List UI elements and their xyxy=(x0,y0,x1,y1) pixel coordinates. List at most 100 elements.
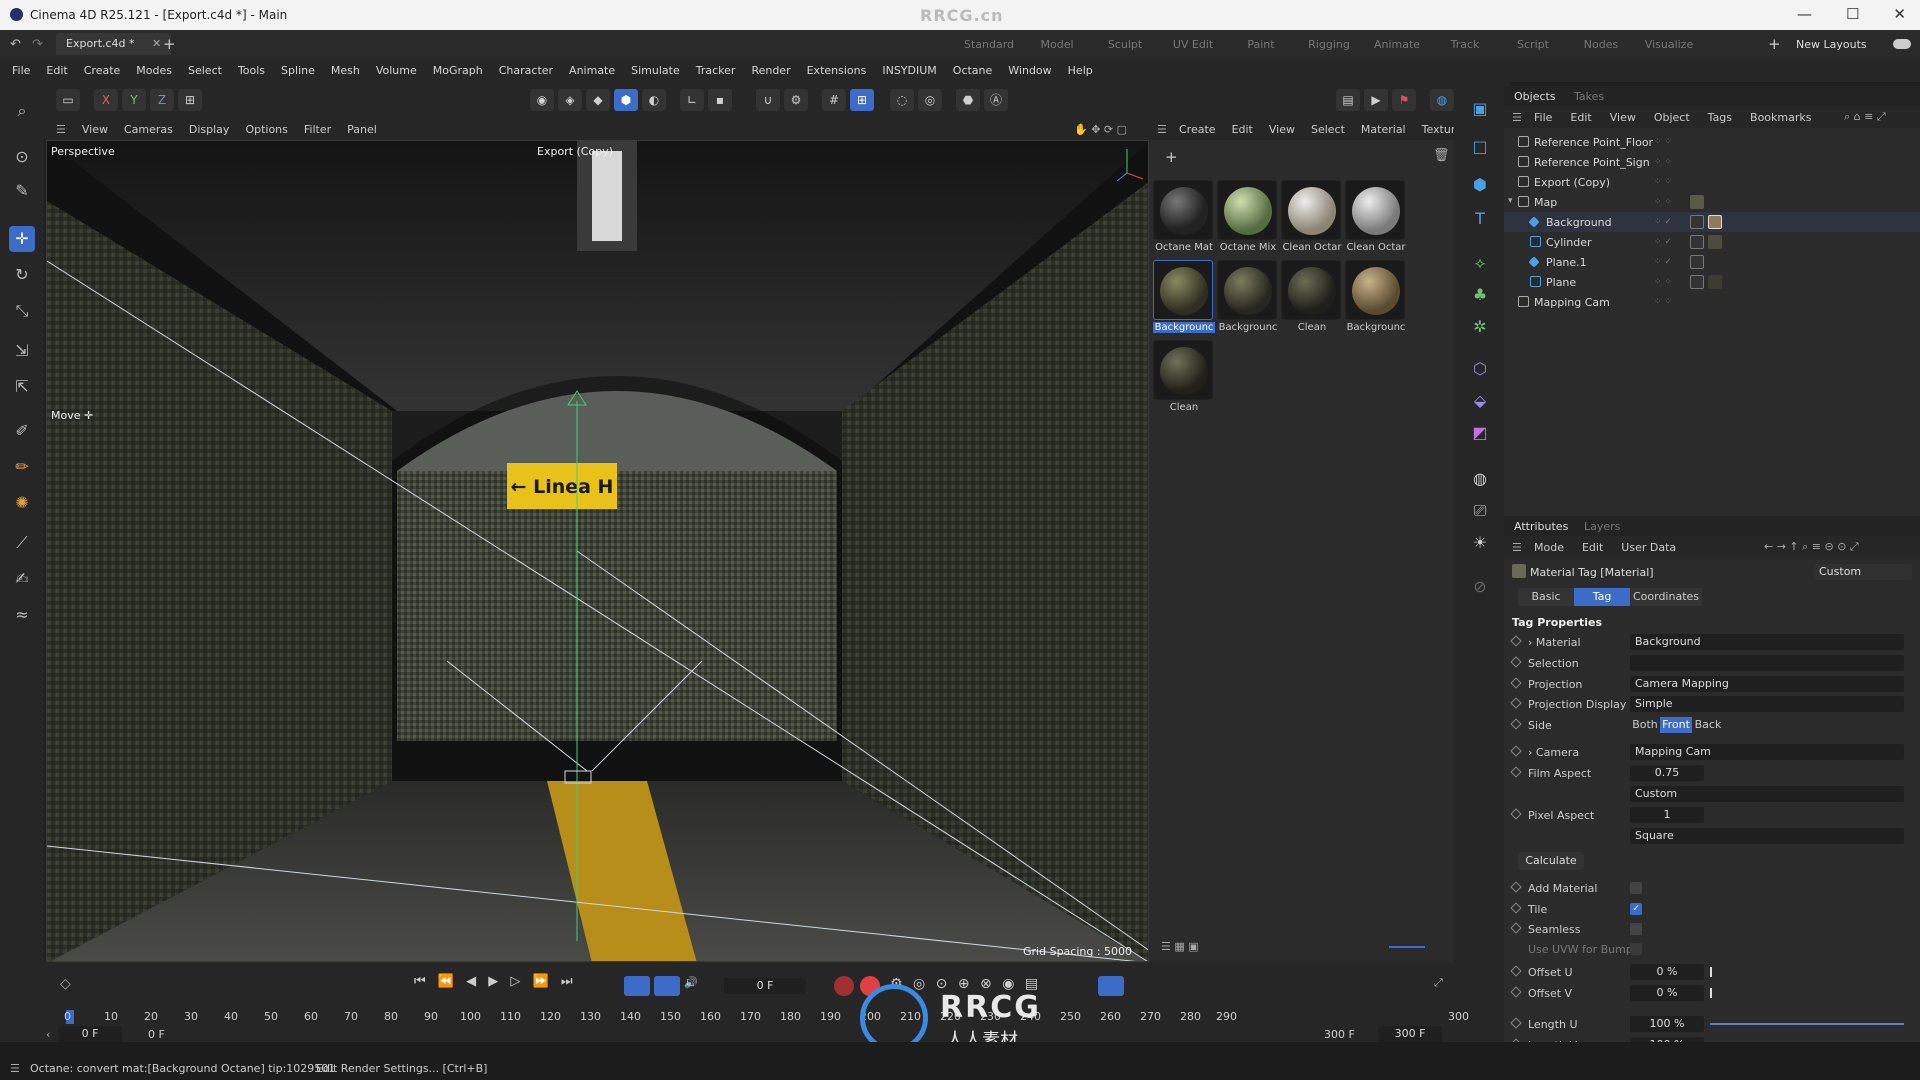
tab-layers[interactable]: Layers xyxy=(1584,520,1620,533)
material-link-field[interactable]: Background xyxy=(1630,634,1904,650)
y-axis-lock-button[interactable]: Y xyxy=(122,89,146,111)
object-row[interactable]: ▾ Map ⁘ ⁘ xyxy=(1504,192,1920,212)
viewport-menu-display[interactable]: Display xyxy=(189,123,230,136)
layout-tab[interactable]: Rigging xyxy=(1295,38,1363,51)
rotate-tool-icon[interactable]: ↻ xyxy=(9,262,35,288)
calculate-button[interactable]: Calculate xyxy=(1518,852,1584,870)
menu-file[interactable]: File xyxy=(12,64,30,77)
object-search-icon[interactable]: ⌕ ⌂ ≡ ⤢ xyxy=(1844,110,1886,124)
keyframe-diamond-icon[interactable] xyxy=(1510,656,1522,668)
material-swatch[interactable]: Octane Mix xyxy=(1217,180,1279,253)
camera-icon[interactable]: ⎚ xyxy=(1467,498,1493,524)
film-aspect-input[interactable]: 0.75 xyxy=(1630,765,1704,781)
close-button[interactable]: ✕ xyxy=(1893,5,1906,23)
menu-insydium[interactable]: INSYDIUM xyxy=(882,64,936,77)
pixel-aspect-input[interactable]: 1 xyxy=(1630,807,1704,823)
texture-mode-icon[interactable]: ◐ xyxy=(642,89,666,111)
spline-pen-icon[interactable]: ✐ xyxy=(9,418,35,444)
projection-display-dropdown[interactable]: Simple xyxy=(1630,696,1904,712)
material-hamburger-icon[interactable]: ☰ xyxy=(1157,123,1167,136)
material-swatch[interactable]: Clean Octar xyxy=(1345,180,1407,253)
environment-icon[interactable]: ◍ xyxy=(1467,466,1493,492)
menu-volume[interactable]: Volume xyxy=(376,64,417,77)
new-layouts-button[interactable]: New Layouts xyxy=(1796,38,1867,51)
settings-gear-icon[interactable]: ⚙ xyxy=(784,89,808,111)
layout-toggle[interactable] xyxy=(1893,39,1911,49)
side-both-button[interactable]: Both xyxy=(1630,717,1660,733)
keyframe-icon[interactable]: ◇ xyxy=(60,976,71,992)
current-frame-field[interactable]: 0 F xyxy=(724,978,806,994)
layout-tab[interactable]: Model xyxy=(1023,38,1091,51)
camera-link-field[interactable]: Mapping Cam xyxy=(1630,744,1904,760)
transform-tool-icon[interactable]: ⇲ xyxy=(9,338,35,364)
select-tool-icon[interactable]: ⊙ xyxy=(9,144,35,170)
texture-tag-icon[interactable] xyxy=(1690,235,1704,249)
add-layout-icon[interactable]: + xyxy=(1768,35,1781,53)
material-swatch[interactable]: Backgrounc xyxy=(1217,260,1279,333)
visibility-dots-icon[interactable]: ⁘ ⁘ xyxy=(1654,137,1672,147)
visibility-dots-icon[interactable]: ⁘ ⁘ xyxy=(1654,277,1672,287)
object-row[interactable]: Plane.1 ⁘ ✓ xyxy=(1504,252,1920,272)
timeline-ruler[interactable]: 0 10 20 30 40 50 60 70 80 90 100 110 120… xyxy=(64,1010,1244,1026)
add-material-checkbox[interactable] xyxy=(1630,882,1642,894)
material-menu-select[interactable]: Select xyxy=(1311,123,1345,136)
smooth-tool-icon[interactable]: ≈ xyxy=(9,602,35,628)
texture-tag-icon[interactable] xyxy=(1690,255,1704,269)
render-region-icon[interactable]: ▤ xyxy=(1336,89,1360,111)
range-start-arrow-icon[interactable]: ‹ xyxy=(46,1028,50,1041)
menu-modes[interactable]: Modes xyxy=(136,64,172,77)
menu-render[interactable]: Render xyxy=(751,64,790,77)
range-end-field[interactable]: 300 F xyxy=(1378,1026,1442,1042)
layout-tab[interactable]: Paint xyxy=(1227,38,1295,51)
paint-tool-icon[interactable]: ✺ xyxy=(9,490,35,516)
keyframe-diamond-icon[interactable] xyxy=(1510,745,1522,757)
menu-simulate[interactable]: Simulate xyxy=(631,64,680,77)
coordinate-system-icon[interactable]: ⊞ xyxy=(178,89,202,111)
menu-tracker[interactable]: Tracker xyxy=(696,64,736,77)
menu-tools[interactable]: Tools xyxy=(238,64,265,77)
render-settings-icon[interactable]: ⚑ xyxy=(1392,89,1416,111)
attribute-menu-edit[interactable]: Edit xyxy=(1582,541,1603,554)
offset-v-input[interactable]: 0 % xyxy=(1630,985,1704,1001)
object-row[interactable]: Plane ⁘ ⁘ xyxy=(1504,272,1920,292)
viewport-hamburger-icon[interactable]: ☰ xyxy=(56,123,66,136)
auto-key-icon[interactable]: Ⓐ xyxy=(984,89,1008,111)
text-object-icon[interactable]: T xyxy=(1467,206,1493,232)
viewport-menu-filter[interactable]: Filter xyxy=(304,123,331,136)
menu-animate[interactable]: Animate xyxy=(569,64,615,77)
close-tab-icon[interactable]: ✕ xyxy=(152,37,161,50)
octane-render-icon[interactable]: ⬣ xyxy=(956,89,980,111)
pixel-aspect-preset-dropdown[interactable]: Square xyxy=(1630,828,1904,844)
layout-tab[interactable]: Nodes xyxy=(1567,38,1635,51)
workplane-icon[interactable]: ▪ xyxy=(708,89,732,111)
object-menu-edit[interactable]: Edit xyxy=(1570,111,1591,124)
length-u-input[interactable]: 100 % xyxy=(1630,1016,1704,1032)
effector-icon[interactable]: ✲ xyxy=(1467,314,1493,340)
seamless-checkbox[interactable] xyxy=(1630,923,1642,935)
field-icon[interactable]: ◩ xyxy=(1467,420,1493,446)
object-row[interactable]: Cylinder ⁘ ✓ xyxy=(1504,232,1920,252)
subtab-coordinates[interactable]: Coordinates xyxy=(1630,588,1702,606)
minimize-button[interactable]: — xyxy=(1797,5,1812,23)
keyframe-diamond-icon[interactable] xyxy=(1510,697,1522,709)
attribute-menu-mode[interactable]: Mode xyxy=(1534,541,1564,554)
film-aspect-preset-dropdown[interactable]: Custom xyxy=(1630,786,1904,802)
object-row[interactable]: Export (Copy) ⁘ ⁘ xyxy=(1504,172,1920,192)
move-tool-icon[interactable]: ✛ xyxy=(9,226,35,252)
viewport-nav-icons[interactable]: ✋ ✥ ⟳ ▢ xyxy=(1074,123,1127,136)
subtab-basic[interactable]: Basic xyxy=(1518,588,1574,606)
material-view-mode-icons[interactable]: ☰ ▦ ▣ xyxy=(1161,940,1199,953)
menu-window[interactable]: Window xyxy=(1008,64,1051,77)
use-uvw-checkbox[interactable] xyxy=(1630,943,1642,955)
material-tag-icon[interactable] xyxy=(1708,235,1722,249)
status-hamburger-icon[interactable]: ☰ xyxy=(10,1062,20,1075)
keyframe-diamond-icon[interactable] xyxy=(1510,635,1522,647)
timeline-graph-icon[interactable]: ⤢ xyxy=(1434,976,1443,990)
object-menu-view[interactable]: View xyxy=(1610,111,1636,124)
record-icon[interactable] xyxy=(834,976,854,996)
render-view-icon[interactable]: ▶ xyxy=(1364,89,1388,111)
tile-checkbox[interactable]: ✓ xyxy=(1630,903,1642,915)
side-back-button[interactable]: Back xyxy=(1692,717,1724,733)
deformer-icon[interactable]: ⬡ xyxy=(1467,356,1493,382)
menu-spline[interactable]: Spline xyxy=(281,64,315,77)
